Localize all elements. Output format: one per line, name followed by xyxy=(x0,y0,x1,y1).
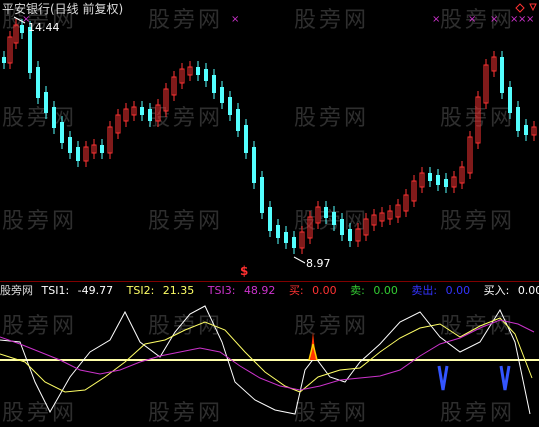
candle-body xyxy=(220,87,224,103)
candle-body xyxy=(332,212,336,225)
candle-body xyxy=(500,57,504,93)
candle-body xyxy=(516,107,520,131)
candle-body xyxy=(244,125,248,153)
candle-body xyxy=(228,97,232,115)
chart-title: 平安银行(日线 前复权) xyxy=(2,2,124,16)
candle-body xyxy=(292,237,296,248)
tsi3-line xyxy=(0,319,535,391)
candle-body xyxy=(276,225,280,238)
candle-body xyxy=(60,122,64,143)
candle-body xyxy=(508,87,512,113)
candle-body xyxy=(36,67,40,98)
tsi-oscillator-chart[interactable] xyxy=(0,282,539,421)
candle-body xyxy=(436,175,440,185)
candle-body xyxy=(76,147,80,161)
down-arrow-icon xyxy=(529,3,537,12)
cross-marker: × xyxy=(526,14,534,25)
price-panel[interactable]: × × × × × × × × xyxy=(0,0,539,282)
candle-body xyxy=(148,109,152,121)
candle-body xyxy=(204,69,208,81)
candle-body xyxy=(284,232,288,243)
candle-body xyxy=(20,25,24,33)
cross-marker: × xyxy=(490,14,498,25)
cross-marker: × xyxy=(432,14,440,25)
candle-body xyxy=(212,75,216,93)
candle-body xyxy=(52,107,56,128)
low-price-label: 8.97 xyxy=(306,257,331,270)
candle-body xyxy=(444,179,448,187)
high-price-label: 14.44 xyxy=(28,21,60,34)
candle-body xyxy=(100,145,104,153)
candle-body xyxy=(236,109,240,131)
sellout-signal xyxy=(437,365,449,391)
candle-body xyxy=(268,207,272,231)
cross-marker: × xyxy=(468,14,476,25)
oscillator-panel[interactable] xyxy=(0,282,539,421)
candle-body xyxy=(44,92,48,113)
low-pointer xyxy=(293,256,306,264)
candle-body xyxy=(428,173,432,181)
sellout-signal xyxy=(499,365,511,391)
signal-mark: $ xyxy=(240,264,249,278)
cross-marker: × xyxy=(231,14,239,25)
candle-body xyxy=(2,57,6,63)
candle-body xyxy=(196,67,200,75)
candlestick-chart[interactable]: × × × × × × × × xyxy=(0,0,539,282)
candle-body xyxy=(260,177,264,213)
diamond-icon xyxy=(515,3,525,13)
candle-body xyxy=(340,219,344,235)
candle-body xyxy=(68,137,72,153)
candle-body xyxy=(524,125,528,135)
candle-body xyxy=(324,207,328,218)
candle-body xyxy=(252,147,256,183)
candle-body xyxy=(140,107,144,115)
candle-body xyxy=(348,229,352,241)
